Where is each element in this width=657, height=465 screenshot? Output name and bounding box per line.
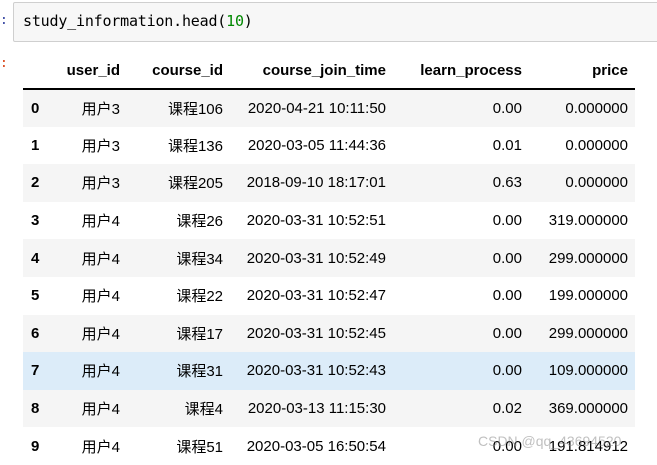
cell-user-id: 用户4 (81, 401, 120, 419)
header-row: user_id course_id course_join_time learn… (23, 53, 635, 90)
cell-price: 0.000000 (565, 136, 628, 154)
cell-course-join-time: 2020-04-21 10:11:50 (247, 99, 386, 117)
cell-course-id: 课程31 (176, 363, 223, 381)
cell-learn-process: 0.02 (492, 400, 522, 418)
cell-course-join-time: 2020-03-31 10:52:51 (246, 212, 386, 230)
cell-course-id: 课程136 (167, 137, 223, 155)
cell-learn-process: 0.00 (492, 212, 522, 230)
cell-price: 0.000000 (565, 99, 628, 117)
cell-price: 109.000000 (548, 362, 628, 380)
cell-user-id: 用户4 (81, 363, 120, 381)
cell-course-join-time: 2020-03-05 11:44:36 (247, 136, 386, 154)
header-learn-process: learn_process (393, 53, 529, 90)
dataframe-table: user_id course_id course_join_time learn… (23, 53, 635, 465)
code-text: study_information.head( (23, 12, 227, 30)
cell-course-id: 课程34 (176, 250, 223, 268)
cell-price: 299.000000 (548, 249, 628, 267)
cell-course-join-time: 2020-03-31 10:52:49 (246, 249, 386, 267)
output-prompt: : (0, 56, 8, 71)
cell-course-id: 课程205 (167, 175, 223, 193)
header-index (23, 53, 57, 90)
cell-course-id: 课程51 (176, 438, 223, 456)
row-index: 9 (31, 437, 40, 455)
row-index: 7 (31, 362, 40, 380)
cell-learn-process: 0.01 (492, 136, 522, 154)
row-index: 6 (31, 324, 40, 342)
cell-price: 319.000000 (548, 212, 628, 230)
cell-course-id: 课程106 (167, 100, 223, 118)
code-paren: ) (243, 12, 253, 30)
code-number: 10 (226, 12, 244, 30)
cell-user-id: 用户4 (81, 438, 120, 456)
cell-course-id: 课程4 (184, 401, 223, 419)
cell-course-id: 课程26 (176, 213, 223, 231)
cell-course-join-time: 2020-03-31 10:52:43 (246, 362, 386, 380)
cell-price: 199.000000 (548, 287, 628, 305)
cell-course-id: 课程22 (176, 288, 223, 306)
row-index: 8 (31, 400, 40, 418)
header-user-id: user_id (57, 53, 127, 90)
cell-user-id: 用户3 (81, 137, 120, 155)
cell-user-id: 用户4 (81, 288, 120, 306)
cell-learn-process: 0.63 (492, 174, 522, 192)
header-course-join-time: course_join_time (230, 53, 393, 90)
cell-course-id: 课程17 (176, 325, 223, 343)
table-row: 0 用户3 课程106 2020-04-21 10:11:50 0.00 0.000000 (23, 89, 635, 127)
row-index: 1 (31, 136, 40, 154)
row-index: 0 (31, 99, 40, 117)
cell-user-id: 用户4 (81, 250, 120, 268)
watermark: CSDN @qq_43694520 (478, 433, 622, 449)
cell-user-id: 用户3 (81, 175, 120, 193)
row-index: 5 (31, 287, 40, 305)
header-price: price (529, 53, 635, 90)
header-course-id: course_id (127, 53, 230, 90)
cell-learn-process: 0.00 (492, 362, 522, 380)
table-row: 8 用户4 课程4 2020-03-13 11:15:30 0.02 369.000000 (23, 389, 635, 428)
cell-course-join-time: 2020-03-05 16:50:54 (246, 437, 386, 455)
table-row: 5 用户4 课程22 2020-03-31 10:52:47 0.00 199.00000… (23, 277, 635, 315)
table-row: 4 用户4 课程34 2020-03-31 10:52:49 0.00 299.00000… (23, 239, 635, 277)
table-row: 7 用户4 课程31 2020-03-31 10:52:43 0.00 109.00000… (23, 352, 635, 390)
cell-user-id: 用户4 (81, 325, 120, 343)
row-index: 3 (31, 212, 40, 230)
cell-course-join-time: 2020-03-13 11:15:30 (247, 400, 386, 418)
cell-user-id: 用户3 (81, 100, 120, 118)
cell-user-id: 用户4 (81, 213, 120, 231)
cell-course-join-time: 2018-09-10 18:17:01 (246, 174, 386, 192)
cell-learn-process: 0.00 (492, 249, 522, 267)
table-row: 3 用户4 课程26 2020-03-31 10:52:51 0.00 319.00000… (23, 202, 635, 240)
cell-price: 299.000000 (548, 324, 628, 342)
input-prompt: : (0, 13, 8, 28)
cell-price: 369.000000 (548, 400, 628, 418)
cell-course-join-time: 2020-03-31 10:52:45 (246, 324, 386, 342)
cell-price: 0.000000 (565, 174, 628, 192)
cell-learn-process: 0.00 (492, 99, 522, 117)
table-row: 6 用户4 课程17 2020-03-31 10:52:45 0.00 299.00000… (23, 314, 635, 353)
code-cell-input[interactable]: study_information.head(10) (13, 2, 657, 42)
table-row: 1 用户3 课程136 2020-03-05 11:44:36 0.01 0.000000 (23, 127, 635, 165)
row-index: 2 (31, 174, 40, 192)
cell-learn-process: 0.00 (492, 324, 522, 342)
cell-learn-process: 0.00 (492, 287, 522, 305)
row-index: 4 (31, 249, 40, 267)
table-row: 2 用户3 课程205 2018-09-10 18:17:01 0.63 0.000000 (23, 164, 635, 202)
cell-course-join-time: 2020-03-31 10:52:47 (246, 287, 386, 305)
